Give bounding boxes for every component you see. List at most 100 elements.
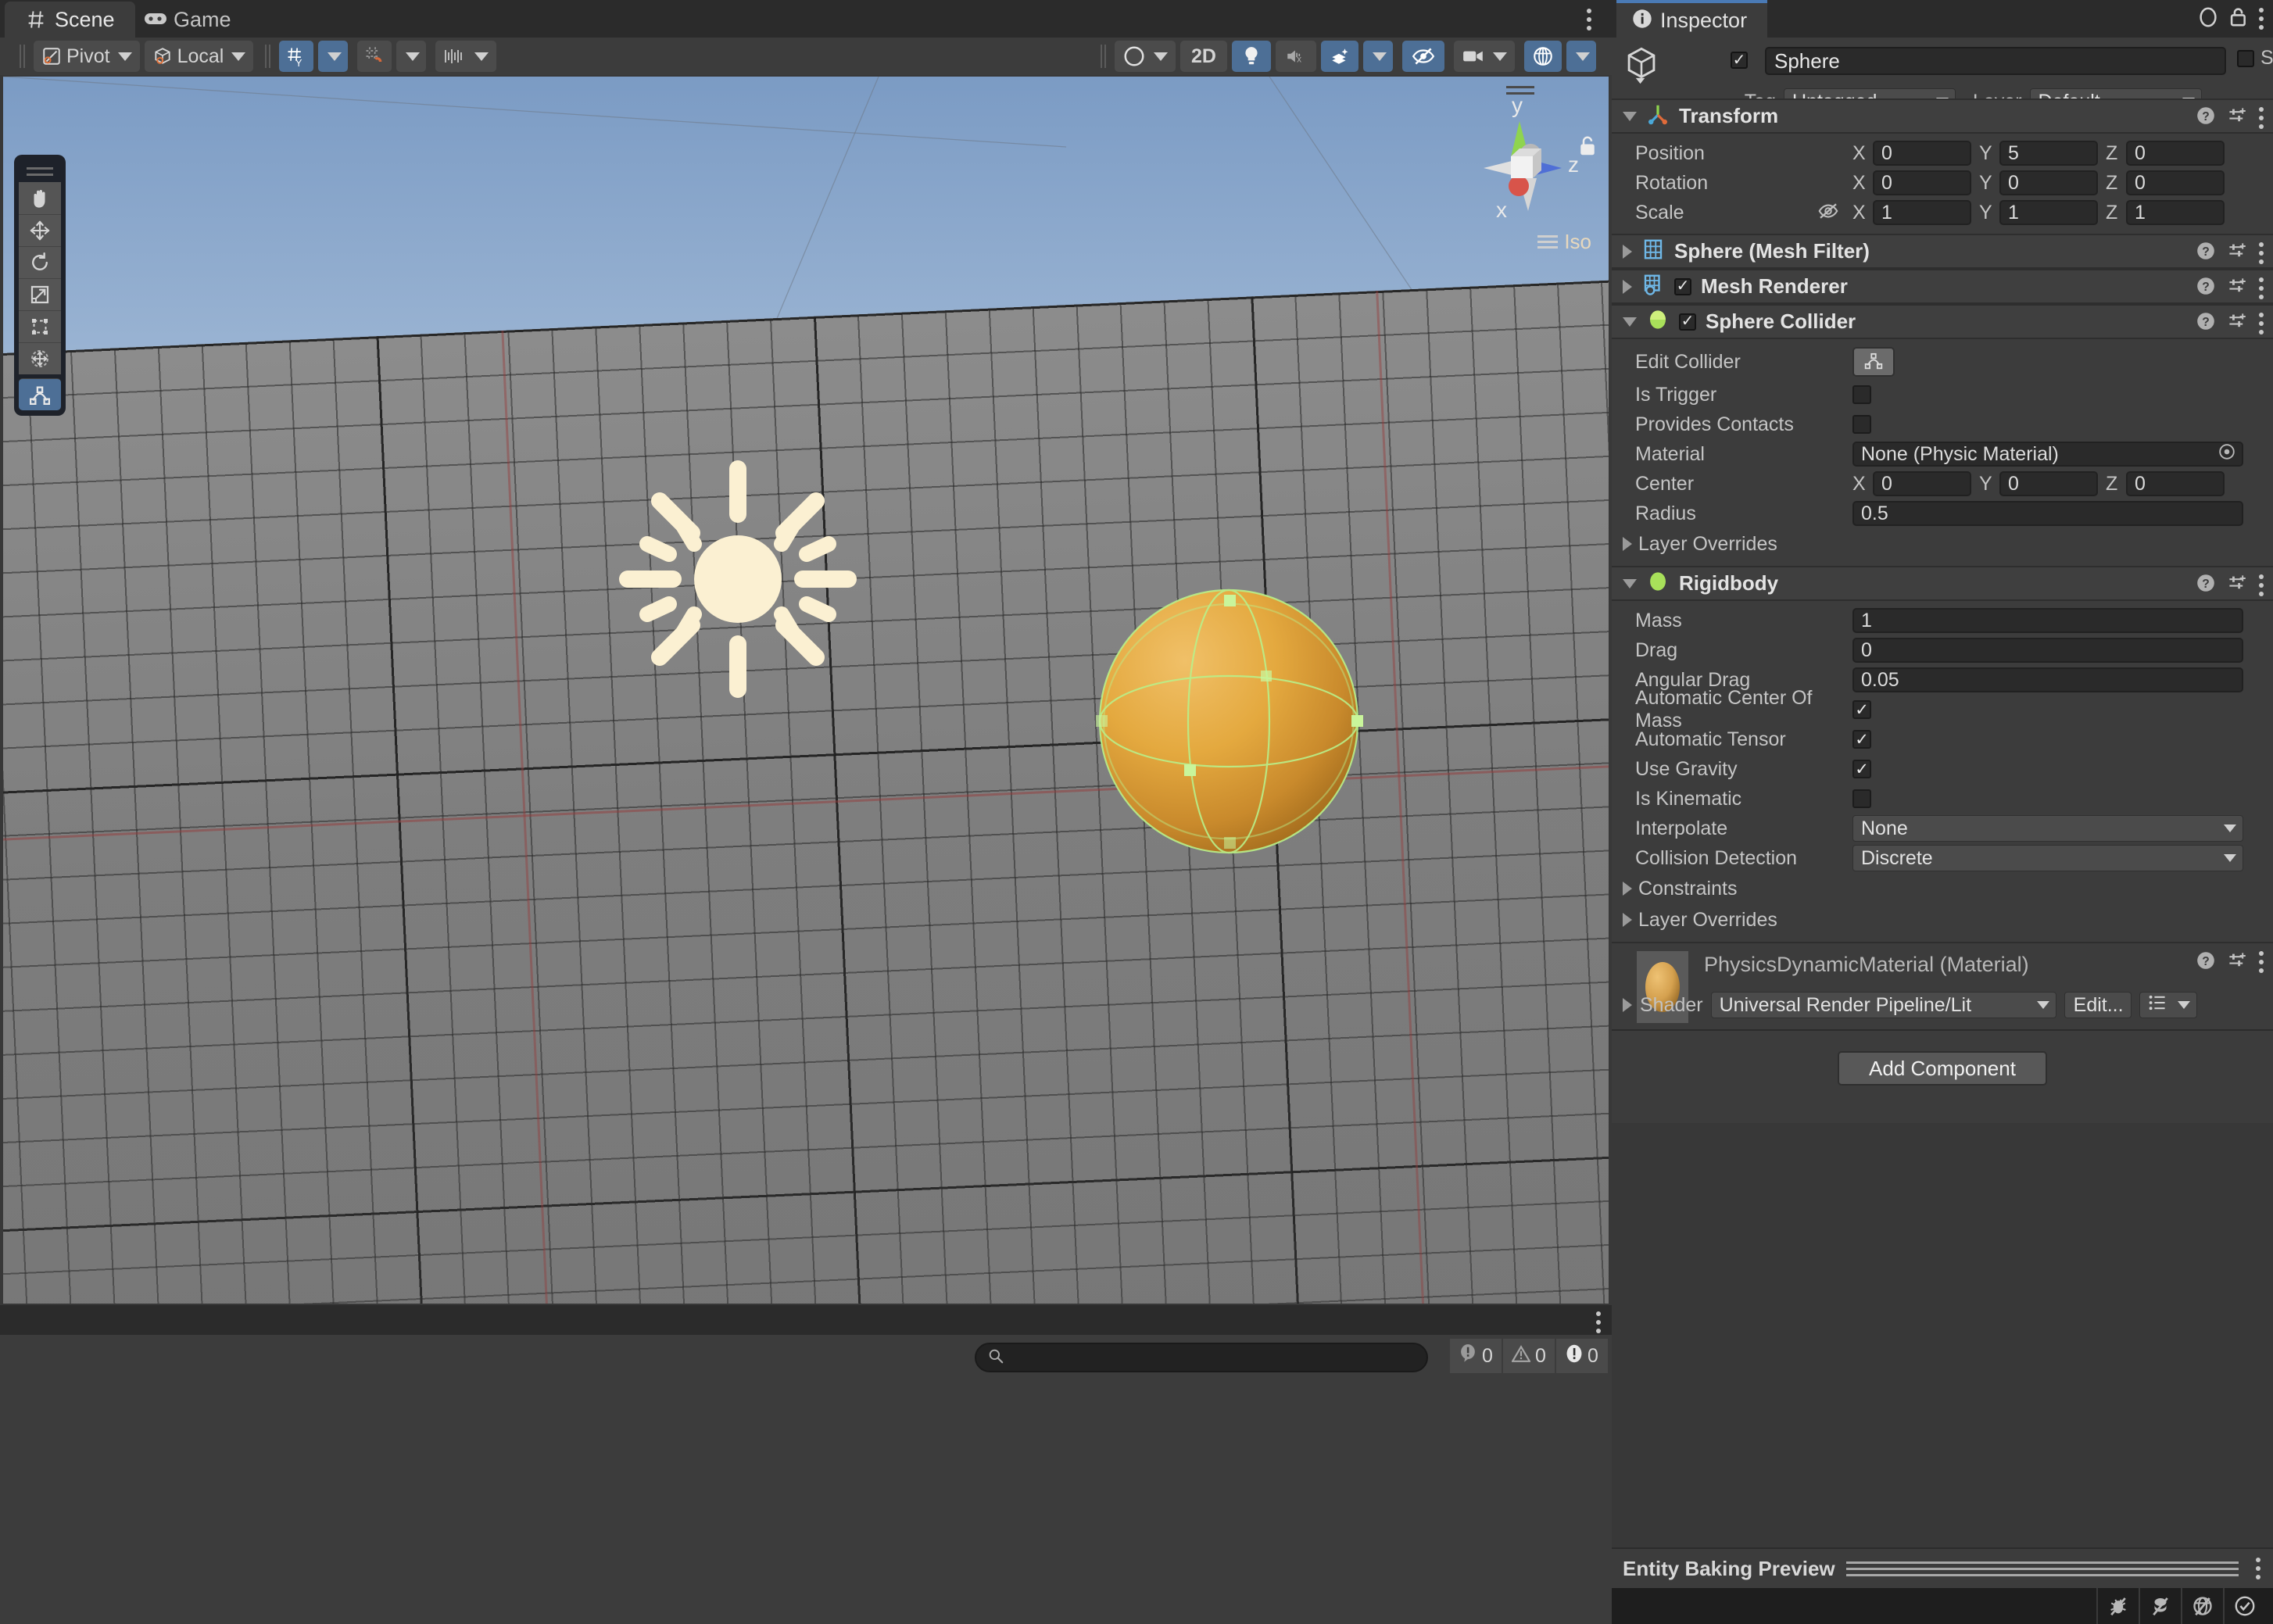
scale-y-input[interactable]: 1 bbox=[1999, 200, 2098, 225]
collider-material-object-field[interactable]: None (Physic Material) bbox=[1852, 442, 2243, 467]
component-menu-dots-icon[interactable] bbox=[2259, 106, 2264, 129]
preview-circle-icon[interactable] bbox=[2198, 5, 2218, 33]
preview-resize-lines-icon[interactable] bbox=[1845, 1561, 2239, 1576]
static-toggle[interactable]: Static bbox=[2237, 47, 2273, 70]
component-menu-dots-icon[interactable] bbox=[2259, 241, 2264, 264]
is-trigger-checkbox[interactable] bbox=[1852, 385, 1871, 404]
hidden-objects-button[interactable] bbox=[1402, 41, 1444, 72]
tools-drag-handle[interactable] bbox=[19, 160, 61, 182]
scene-tab-menu-icon[interactable] bbox=[1577, 5, 1601, 34]
interpolate-dropdown[interactable]: None bbox=[1852, 815, 2243, 842]
scale-z-input[interactable]: 1 bbox=[2126, 200, 2225, 225]
tab-game[interactable]: Game bbox=[123, 2, 252, 38]
provides-contacts-checkbox[interactable] bbox=[1852, 415, 1871, 434]
rotate-tool-icon[interactable] bbox=[19, 246, 61, 278]
shading-mode-button[interactable] bbox=[1115, 41, 1176, 72]
component-header-mesh-renderer[interactable]: Mesh Renderer ? bbox=[1612, 269, 2273, 304]
preset-icon[interactable] bbox=[2228, 312, 2246, 334]
help-icon[interactable]: ? bbox=[2196, 951, 2215, 974]
object-enabled-checkbox[interactable] bbox=[1731, 52, 1748, 69]
edit-collider-button[interactable] bbox=[1852, 347, 1895, 377]
foldout-icon[interactable] bbox=[1623, 111, 1637, 121]
help-icon[interactable]: ? bbox=[2196, 106, 2215, 129]
transform-tool-icon[interactable] bbox=[19, 342, 61, 374]
center-z-input[interactable]: 0 bbox=[2126, 471, 2225, 496]
component-menu-dots-icon[interactable] bbox=[2259, 312, 2264, 334]
position-y-input[interactable]: 5 bbox=[1999, 141, 2098, 166]
help-icon[interactable]: ? bbox=[2196, 241, 2215, 264]
move-tool-icon[interactable] bbox=[19, 214, 61, 246]
foldout-icon[interactable] bbox=[1623, 578, 1637, 588]
shader-edit-button[interactable]: Edit... bbox=[2064, 992, 2132, 1018]
layers-off-icon[interactable] bbox=[2139, 1588, 2181, 1624]
automatic-center-of-mass-checkbox[interactable] bbox=[1852, 700, 1871, 719]
shader-dropdown[interactable]: Universal Render Pipeline/Lit bbox=[1710, 992, 2056, 1018]
add-component-button[interactable]: Add Component bbox=[1838, 1051, 2047, 1086]
component-header-transform[interactable]: Transform ? bbox=[1612, 98, 2273, 134]
sphere-collider-enabled-checkbox[interactable] bbox=[1679, 313, 1696, 331]
drag-input[interactable]: 0 bbox=[1852, 638, 2243, 663]
foldout-icon[interactable] bbox=[1623, 998, 1632, 1012]
position-z-input[interactable]: 0 bbox=[2126, 141, 2225, 166]
mass-input[interactable]: 1 bbox=[1852, 608, 2243, 633]
scene-camera-button[interactable] bbox=[1454, 41, 1515, 72]
grid-axis-dropdown[interactable] bbox=[318, 41, 349, 72]
toolbar-grip-3[interactable] bbox=[1101, 45, 1108, 68]
scale-x-input[interactable]: 1 bbox=[1873, 200, 1971, 225]
grid-snap-dropdown[interactable] bbox=[396, 41, 427, 72]
angular-drag-input[interactable]: 0.05 bbox=[1852, 667, 2243, 692]
gizmos-off-icon[interactable] bbox=[2181, 1588, 2223, 1624]
collider-radius-input[interactable]: 0.5 bbox=[1852, 501, 2243, 526]
grid-axis-button[interactable]: Y bbox=[279, 41, 314, 72]
automatic-tensor-checkbox[interactable] bbox=[1852, 730, 1871, 749]
sphere-object[interactable] bbox=[1072, 579, 1385, 864]
preset-icon[interactable] bbox=[2228, 241, 2246, 264]
console-warning-counter[interactable]: 0 bbox=[1503, 1339, 1556, 1373]
rotation-x-input[interactable]: 0 bbox=[1873, 170, 1971, 195]
tab-inspector[interactable]: Inspector bbox=[1616, 0, 1768, 38]
scene-fx-button[interactable] bbox=[1321, 41, 1358, 72]
scene-fx-dropdown[interactable] bbox=[1363, 41, 1393, 72]
inspector-menu-dots-icon[interactable] bbox=[2259, 8, 2264, 30]
preset-icon[interactable] bbox=[2228, 106, 2246, 129]
rect-tool-icon[interactable] bbox=[19, 310, 61, 342]
constrain-proportions-off-icon[interactable] bbox=[1817, 201, 1852, 225]
component-header-rigidbody[interactable]: Rigidbody ? bbox=[1612, 566, 2273, 601]
collision-detection-dropdown[interactable]: Discrete bbox=[1852, 845, 2243, 871]
rigidbody-layer-overrides-foldout[interactable]: Layer Overrides bbox=[1612, 904, 2273, 935]
grid-snap-button[interactable] bbox=[357, 41, 392, 72]
check-circle-icon[interactable] bbox=[2223, 1588, 2265, 1624]
gizmo-lock-icon[interactable] bbox=[1577, 134, 1598, 162]
component-header-sphere-collider[interactable]: Sphere Collider ? bbox=[1612, 304, 2273, 339]
mesh-renderer-enabled-checkbox[interactable] bbox=[1674, 277, 1691, 295]
custom-editor-tool-icon[interactable] bbox=[19, 378, 61, 410]
shader-options-button[interactable] bbox=[2139, 992, 2197, 1018]
gizmos-dropdown[interactable] bbox=[1566, 41, 1596, 72]
preview-menu-dots-icon[interactable] bbox=[2256, 1558, 2260, 1579]
help-icon[interactable]: ? bbox=[2196, 312, 2215, 334]
preset-icon[interactable] bbox=[2228, 574, 2246, 596]
preset-icon[interactable] bbox=[2228, 277, 2246, 299]
object-picker-icon[interactable] bbox=[2218, 443, 2235, 466]
center-x-input[interactable]: 0 bbox=[1873, 471, 1971, 496]
position-x-input[interactable]: 0 bbox=[1873, 141, 1971, 166]
console-error-counter[interactable]: 0 bbox=[1556, 1339, 1609, 1373]
scene-lighting-button[interactable] bbox=[1232, 41, 1271, 72]
is-kinematic-checkbox[interactable] bbox=[1852, 789, 1871, 808]
scene-audio-button[interactable]: x bbox=[1276, 41, 1316, 72]
foldout-icon[interactable] bbox=[1623, 317, 1637, 327]
2d-toggle-button[interactable]: 2D bbox=[1180, 41, 1227, 72]
gizmo-projection-mode[interactable]: Iso bbox=[1537, 230, 1591, 254]
object-name-input[interactable]: Sphere bbox=[1765, 47, 2226, 75]
foldout-icon[interactable] bbox=[1623, 279, 1632, 294]
console-log-list[interactable] bbox=[0, 1379, 1612, 1624]
help-icon[interactable]: ? bbox=[2196, 277, 2215, 299]
help-icon[interactable]: ? bbox=[2196, 574, 2215, 596]
lock-icon[interactable] bbox=[2229, 6, 2248, 32]
rotation-z-input[interactable]: 0 bbox=[2126, 170, 2225, 195]
component-menu-dots-icon[interactable] bbox=[2259, 574, 2264, 596]
scale-tool-icon[interactable] bbox=[19, 278, 61, 310]
directional-light-gizmo[interactable] bbox=[613, 452, 863, 710]
tab-scene[interactable]: Scene bbox=[5, 2, 135, 38]
constraints-foldout[interactable]: Constraints bbox=[1612, 873, 2273, 904]
